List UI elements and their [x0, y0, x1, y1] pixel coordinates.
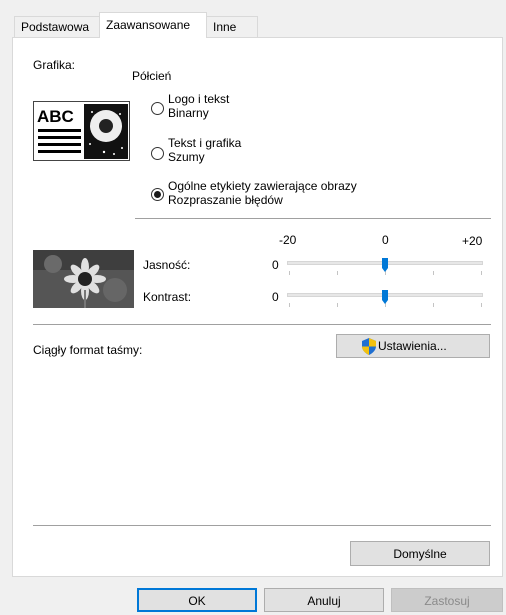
divider — [33, 525, 491, 526]
defaults-button[interactable]: Domyślne — [350, 541, 490, 566]
contrast-slider-thumb[interactable] — [382, 290, 388, 304]
contrast-label: Kontrast: — [143, 290, 192, 304]
divider — [33, 324, 491, 325]
scale-max-label: +20 — [462, 234, 483, 248]
apply-button-label: Zastosuj — [424, 594, 470, 608]
tab-label: Zaawansowane — [106, 18, 191, 32]
defaults-button-label: Domyślne — [393, 547, 447, 561]
tab-podstawowa[interactable]: Podstawowa — [14, 16, 100, 37]
settings-button-label: Ustawienia... — [378, 339, 447, 353]
radio-text-graphics[interactable] — [151, 147, 164, 160]
ok-button[interactable]: OK — [137, 588, 257, 612]
graphics-label: Grafika: — [33, 58, 76, 72]
divider — [135, 218, 491, 219]
apply-button[interactable]: Zastosuj — [391, 588, 503, 612]
option-general-labels-label[interactable]: Ogólne etykiety zawierające obrazy Rozpr… — [168, 179, 357, 207]
option-logo-text-label[interactable]: Logo i tekst Binarny — [168, 92, 229, 120]
sunflower-halftone-image — [84, 104, 128, 159]
preview-text: ABC — [37, 107, 74, 126]
brightness-slider-thumb[interactable] — [382, 258, 388, 272]
scale-min-label: -20 — [279, 233, 297, 247]
sunflower-photo-image — [33, 250, 134, 308]
tab-label: Inne — [213, 20, 237, 34]
cancel-button[interactable]: Anuluj — [264, 588, 384, 612]
brightness-slider[interactable] — [285, 254, 483, 278]
brightness-label: Jasność: — [143, 258, 191, 272]
settings-button[interactable]: Ustawienia... — [336, 334, 490, 358]
tape-format-label: Ciągły format taśmy: — [33, 343, 143, 357]
ok-button-label: OK — [188, 594, 206, 608]
graphics-preview-image: ABC — [33, 101, 130, 161]
tab-zaawansowane[interactable]: Zaawansowane — [99, 12, 207, 38]
tab-label: Podstawowa — [21, 20, 90, 34]
cancel-button-label: Anuluj — [307, 594, 341, 608]
scale-mid-label: 0 — [382, 233, 389, 247]
radio-general-labels[interactable] — [151, 188, 164, 201]
contrast-value: 0 — [272, 290, 279, 304]
radio-logo-text[interactable] — [151, 102, 164, 115]
halftone-label: Półcień — [132, 69, 172, 83]
shield-icon — [362, 338, 376, 355]
brightness-value: 0 — [272, 258, 279, 272]
tab-inne[interactable]: Inne — [206, 16, 258, 37]
contrast-slider[interactable] — [285, 286, 483, 310]
tab-panel: Grafika: Półcień ABC Logo i tekst Binarn… — [12, 37, 503, 577]
option-text-graphics-label[interactable]: Tekst i grafika Szumy — [168, 136, 241, 164]
